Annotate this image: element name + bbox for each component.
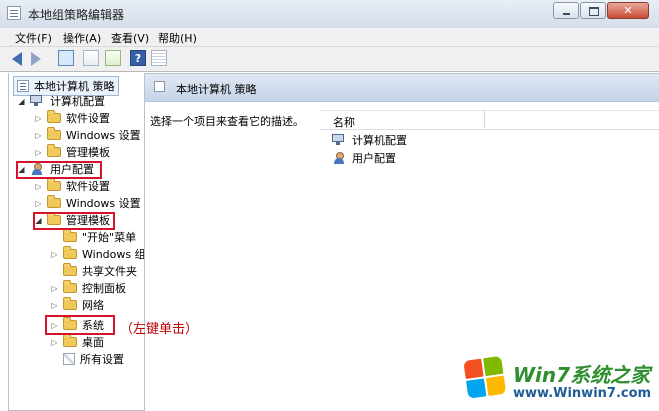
menu-file[interactable]: 文件(F): [15, 30, 52, 46]
expanded-arrow-icon[interactable]: ◢: [17, 97, 26, 106]
list-item-label: 用户配置: [352, 152, 396, 165]
settings-icon: [63, 353, 75, 365]
collapsed-arrow-icon[interactable]: ▷: [50, 250, 59, 259]
policy-icon: [17, 80, 29, 92]
folder-icon: [63, 280, 77, 293]
menu-view[interactable]: 查看(V): [111, 30, 149, 46]
win7-watermark: Win7系统之家 www.Winwin7.com: [458, 355, 656, 408]
collapsed-arrow-icon[interactable]: ▷: [34, 199, 43, 208]
show-tree-button[interactable]: [58, 50, 74, 66]
menu-bar: 文件(F) 操作(A) 查看(V) 帮助(H): [0, 28, 659, 47]
policy-icon: [154, 81, 165, 92]
list-item-computer-config[interactable]: 计算机配置: [332, 132, 407, 148]
tree-computer-admin[interactable]: ▷ 管理模板: [34, 144, 110, 160]
left-click-annotation: （左键单击）: [120, 322, 199, 337]
list-item-label: 计算机配置: [352, 134, 407, 147]
tree-admin-start-menu[interactable]: "开始"菜单: [50, 229, 136, 245]
title-bar: 本地组策略编辑器: [0, 0, 659, 29]
menu-action[interactable]: 操作(A): [63, 30, 101, 46]
watermark-url: www.Winwin7.com: [513, 386, 652, 401]
collapsed-arrow-icon[interactable]: ▷: [50, 284, 59, 293]
highlight-admin-templates: [33, 212, 115, 230]
folder-icon: [63, 246, 77, 259]
tree-root-label: 本地计算机 策略: [34, 80, 115, 93]
tree-label: 控制面板: [82, 282, 126, 295]
export-list-button[interactable]: [105, 50, 121, 66]
tree-admin-windows-components[interactable]: ▷ Windows 组: [50, 246, 145, 262]
tree-computer-config[interactable]: ◢ 计算机配置: [17, 93, 105, 109]
folder-icon: [47, 195, 61, 208]
highlight-system: [45, 315, 115, 335]
folder-icon: [47, 110, 61, 123]
highlight-user-config: [16, 161, 102, 179]
empty-arrow-space: [50, 233, 59, 242]
watermark-title: Win7系统之家: [513, 363, 651, 387]
tree-admin-shared-folders[interactable]: 共享文件夹: [50, 263, 137, 279]
folder-icon: [47, 178, 61, 191]
maximize-button[interactable]: [580, 2, 606, 19]
computer-icon: [30, 95, 45, 107]
back-arrow-icon[interactable]: [12, 52, 22, 66]
policy-editor-icon: [7, 6, 21, 20]
folder-icon: [63, 297, 77, 310]
tree-label: 软件设置: [66, 112, 110, 125]
tree-computer-windows[interactable]: ▷ Windows 设置: [34, 127, 141, 143]
folder-icon: [47, 144, 61, 157]
windows-logo-icon: [463, 355, 510, 402]
tree-label: Windows 设置: [66, 197, 141, 210]
close-button[interactable]: [607, 2, 649, 19]
tree-user-software[interactable]: ▷ 软件设置: [34, 178, 110, 194]
tree-admin-network[interactable]: ▷ 网络: [50, 297, 104, 313]
column-name[interactable]: 名称: [333, 114, 355, 130]
window-controls: [552, 2, 649, 19]
collapsed-arrow-icon[interactable]: ▷: [34, 182, 43, 191]
details-header: 本地计算机 策略: [145, 74, 659, 102]
forward-arrow-icon[interactable]: [31, 52, 41, 66]
view-grid-button[interactable]: [151, 50, 167, 66]
tree-label: 软件设置: [66, 180, 110, 193]
tree-label: 共享文件夹: [82, 265, 137, 278]
tree-admin-all-settings[interactable]: 所有设置: [50, 351, 124, 367]
empty-arrow-space: [50, 355, 59, 364]
collapsed-arrow-icon[interactable]: ▷: [34, 148, 43, 157]
tree-label: 网络: [82, 299, 104, 312]
tree-admin-control-panel[interactable]: ▷ 控制面板: [50, 280, 126, 296]
help-icon[interactable]: ?: [130, 50, 146, 66]
menu-help[interactable]: 帮助(H): [158, 30, 197, 46]
user-icon: [332, 152, 347, 164]
window-title: 本地组策略编辑器: [28, 8, 125, 22]
list-item-user-config[interactable]: 用户配置: [332, 150, 396, 166]
computer-icon: [332, 134, 347, 146]
empty-arrow-space: [50, 267, 59, 276]
collapsed-arrow-icon[interactable]: ▷: [34, 114, 43, 123]
tree-label: Windows 组: [82, 248, 145, 261]
tree-label: 所有设置: [80, 353, 124, 366]
tree-admin-desktop[interactable]: ▷ 桌面: [50, 334, 104, 350]
tree-label: 管理模板: [66, 146, 110, 159]
description-text: 选择一个项目来查看它的描述。: [150, 115, 304, 128]
properties-button[interactable]: [83, 50, 99, 66]
folder-icon: [63, 263, 77, 276]
folder-icon: [63, 334, 77, 347]
column-header: 名称: [320, 110, 659, 130]
details-title: 本地计算机 策略: [176, 83, 257, 96]
collapsed-arrow-icon[interactable]: ▷: [50, 338, 59, 347]
tree-label: "开始"菜单: [82, 231, 137, 244]
tree-label: 桌面: [82, 336, 104, 349]
tree-computer-software[interactable]: ▷ 软件设置: [34, 110, 110, 126]
tree-label: Windows 设置: [66, 129, 141, 142]
folder-icon: [63, 229, 77, 242]
collapsed-arrow-icon[interactable]: ▷: [50, 301, 59, 310]
minimize-button[interactable]: [553, 2, 579, 19]
collapsed-arrow-icon[interactable]: ▷: [34, 131, 43, 140]
folder-icon: [47, 127, 61, 140]
tree-pane: 本地计算机 策略 ◢ 计算机配置 ▷ 软件设置 ▷ Windows 设置 ▷ 管理模板…: [8, 73, 145, 411]
tree-user-windows[interactable]: ▷ Windows 设置: [34, 195, 141, 211]
tree-computer-label: 计算机配置: [50, 95, 105, 108]
toolbar: ?: [0, 47, 659, 72]
